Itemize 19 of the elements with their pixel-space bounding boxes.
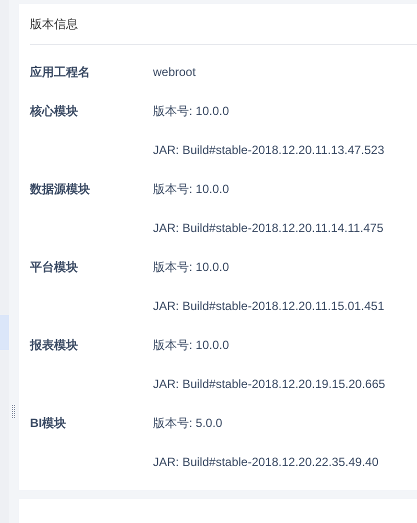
field-label: 报表模块	[30, 338, 78, 352]
field-label: 数据源模块	[30, 182, 90, 196]
field-label: 平台模块	[30, 260, 78, 274]
field-value: JAR: Build#stable-2018.12.20.11.15.01.451	[153, 299, 384, 313]
field-value: 版本号: 10.0.0	[153, 182, 230, 196]
field-value: JAR: Build#stable-2018.12.20.22.35.49.40	[153, 455, 378, 469]
field-value: JAR: Build#stable-2018.12.20.11.14.11.475	[153, 221, 384, 235]
field-value: JAR: Build#stable-2018.12.20.19.15.20.665	[153, 377, 386, 391]
field-value: 版本号: 5.0.0	[153, 416, 222, 430]
sidebar-highlight	[0, 315, 9, 350]
field-value: 版本号: 10.0.0	[153, 104, 230, 118]
panel-title: 版本信息	[30, 4, 417, 45]
field-value: 版本号: 10.0.0	[153, 260, 230, 274]
field-label: 核心模块	[30, 104, 78, 118]
field-value: 版本号: 10.0.0	[153, 338, 230, 352]
field-label: BI模块	[30, 416, 66, 430]
field-value: JAR: Build#stable-2018.12.20.11.13.47.523	[153, 143, 384, 157]
field-value: webroot	[153, 65, 196, 79]
field-label: 应用工程名	[30, 65, 90, 79]
